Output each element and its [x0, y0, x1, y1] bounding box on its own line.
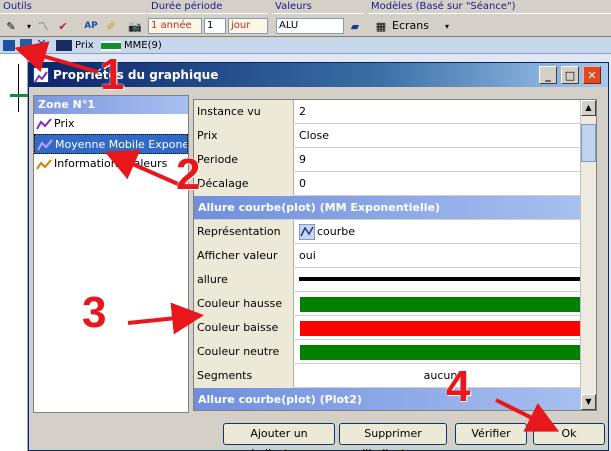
annotation-three: 3 [82, 288, 107, 337]
arrow-one [14, 41, 99, 74]
annotation-overlay [14, 41, 560, 432]
annotation-four: 4 [446, 362, 471, 411]
arrow-three [127, 302, 204, 335]
arrow-two [104, 150, 179, 186]
annotation-one: 1 [100, 50, 125, 99]
annotation-two: 2 [176, 150, 201, 199]
arrow-four [495, 398, 560, 432]
